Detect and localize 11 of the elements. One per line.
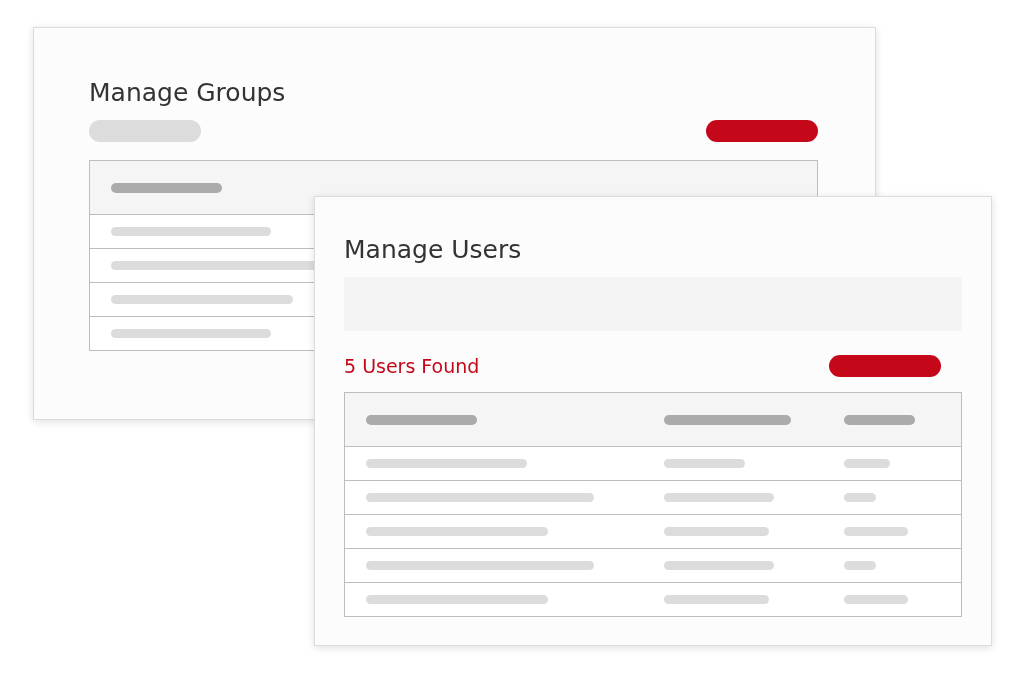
window-title: Manage Groups — [89, 78, 287, 108]
window-title: Manage Users — [344, 235, 523, 265]
placeholder-bar — [844, 595, 908, 604]
placeholder-bar — [844, 493, 876, 502]
placeholder-bar — [844, 414, 915, 425]
placeholder-bar — [844, 561, 876, 570]
placeholder-bar — [844, 459, 890, 468]
action-button[interactable] — [829, 355, 941, 377]
action-button[interactable] — [706, 120, 818, 142]
placeholder-bar — [844, 527, 908, 536]
result-count: 5 Users Found — [344, 354, 480, 378]
